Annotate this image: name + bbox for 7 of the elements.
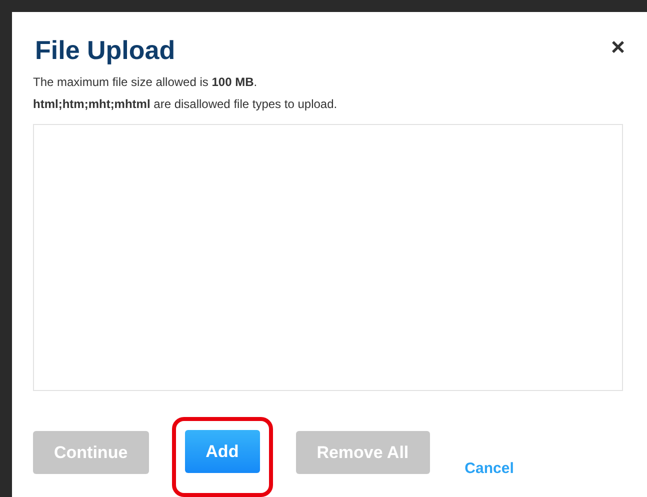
- info-text: html;htm;mht;mhtml are disallowed file types to upload.: [33, 96, 338, 112]
- action-button[interactable]: Add: [184, 430, 260, 473]
- drop-area[interactable]: [33, 124, 623, 391]
- cancel-link[interactable]: Cancel: [464, 460, 514, 477]
- close-button[interactable]: ×: [610, 36, 625, 60]
- dialog-title: File Upload: [35, 34, 176, 66]
- info-text: The maximum file size allowed is 100 MB.: [33, 74, 258, 90]
